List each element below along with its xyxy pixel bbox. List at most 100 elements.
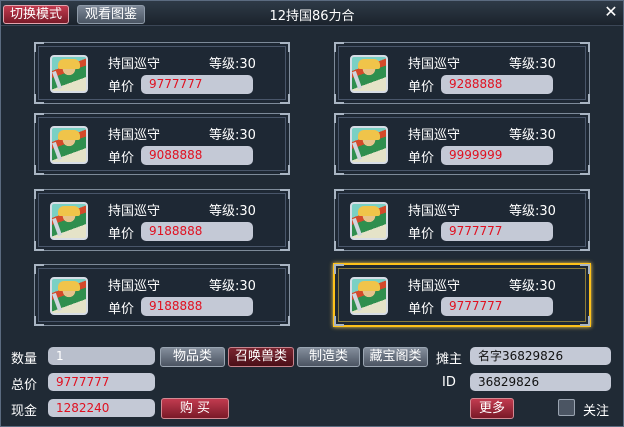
price-value: 9288888: [441, 75, 553, 94]
corner-ornament: [280, 316, 290, 326]
total-price-value: 9777777: [48, 373, 155, 391]
corner-ornament: [580, 94, 590, 104]
pet-card[interactable]: 持国巡守 等级:30 单价 9188888: [34, 189, 290, 251]
price-value: 9777777: [441, 222, 553, 241]
corner-ornament: [280, 113, 290, 123]
pet-level: 等级:30: [209, 128, 256, 143]
id-value: 36829826: [470, 373, 611, 391]
price-value: 9088888: [141, 146, 253, 165]
corner-ornament: [34, 42, 44, 52]
pet-name: 持国巡守: [108, 57, 161, 72]
corner-ornament: [580, 316, 590, 326]
title-bar: 切换模式 观看图鉴 12持国86力合 ✕: [1, 1, 623, 26]
corner-ornament: [334, 113, 344, 123]
stall-title: 12持国86力合: [269, 9, 355, 24]
total-price-label: 总价: [11, 378, 38, 393]
corner-ornament: [34, 113, 44, 123]
price-label: 单价: [108, 227, 135, 242]
pet-portrait-icon: [350, 202, 388, 240]
pet-portrait-icon: [50, 202, 88, 240]
corner-ornament: [580, 189, 590, 199]
corner-ornament: [280, 241, 290, 251]
pet-level: 等级:30: [509, 279, 556, 294]
pet-portrait-icon: [350, 126, 388, 164]
pet-level: 等级:30: [209, 279, 256, 294]
pet-card[interactable]: 持国巡守 等级:30 单价 9777777: [334, 189, 590, 251]
quantity-input[interactable]: 1: [48, 347, 155, 365]
corner-ornament: [334, 264, 344, 274]
pet-name: 持国巡守: [408, 204, 461, 219]
category-summons-button[interactable]: 召唤兽类: [228, 347, 294, 367]
pet-card[interactable]: 持国巡守 等级:30 单价 9088888: [34, 113, 290, 175]
cash-value: 1282240: [48, 399, 155, 417]
pet-portrait-icon: [350, 55, 388, 93]
corner-ornament: [334, 189, 344, 199]
price-label: 单价: [408, 80, 435, 95]
pet-card[interactable]: 持国巡守 等级:30 单价 9777777: [333, 263, 591, 327]
corner-ornament: [280, 264, 290, 274]
pet-card[interactable]: 持国巡守 等级:30 单价 9188888: [34, 264, 290, 326]
pet-card[interactable]: 持国巡守 等级:30 单价 9999999: [334, 113, 590, 175]
pet-portrait-icon: [50, 277, 88, 315]
corner-ornament: [334, 241, 344, 251]
corner-ornament: [580, 264, 590, 274]
corner-ornament: [334, 42, 344, 52]
price-label: 单价: [108, 302, 135, 317]
category-crafting-button[interactable]: 制造类: [297, 347, 360, 367]
price-value: 9999999: [441, 146, 553, 165]
corner-ornament: [280, 94, 290, 104]
pet-portrait-icon: [50, 126, 88, 164]
corner-ornament: [280, 189, 290, 199]
corner-ornament: [34, 264, 44, 274]
price-value: 9188888: [141, 297, 253, 316]
pet-name: 持国巡守: [108, 204, 161, 219]
price-label: 单价: [108, 151, 135, 166]
follow-label: 关注: [583, 404, 610, 419]
buy-button[interactable]: 购 买: [161, 398, 229, 419]
price-label: 单价: [408, 302, 435, 317]
pet-portrait-icon: [350, 277, 388, 315]
close-icon[interactable]: ✕: [603, 3, 619, 21]
pet-card[interactable]: 持国巡守 等级:30 单价 9288888: [334, 42, 590, 104]
follow-checkbox[interactable]: [558, 399, 575, 416]
corner-ornament: [334, 316, 344, 326]
corner-ornament: [34, 165, 44, 175]
pet-name: 持国巡守: [408, 128, 461, 143]
corner-ornament: [34, 316, 44, 326]
pet-portrait-icon: [50, 55, 88, 93]
price-value: 9777777: [141, 75, 253, 94]
corner-ornament: [34, 241, 44, 251]
id-label: ID: [442, 375, 456, 390]
category-treasure-button[interactable]: 藏宝阁类: [363, 347, 428, 367]
price-label: 单价: [408, 151, 435, 166]
pet-grid: 持国巡守 等级:30 单价 9777777 持国巡守 等级:30 单价 9288888 持国巡守…: [1, 26, 623, 331]
pet-level: 等级:30: [209, 204, 256, 219]
corner-ornament: [580, 165, 590, 175]
quantity-label: 数量: [11, 352, 38, 367]
category-items-button[interactable]: 物品类: [160, 347, 225, 367]
corner-ornament: [280, 165, 290, 175]
price-value: 9777777: [441, 297, 553, 316]
pet-level: 等级:30: [509, 128, 556, 143]
corner-ornament: [334, 94, 344, 104]
price-label: 单价: [408, 227, 435, 242]
pet-level: 等级:30: [509, 204, 556, 219]
price-label: 单价: [108, 80, 135, 95]
corner-ornament: [34, 94, 44, 104]
price-value: 9188888: [141, 222, 253, 241]
owner-value: 名字36829826: [470, 347, 611, 365]
pet-card[interactable]: 持国巡守 等级:30 单价 9777777: [34, 42, 290, 104]
corner-ornament: [334, 165, 344, 175]
stall-window: 切换模式 观看图鉴 12持国86力合 ✕ 持国巡守 等级:30 单价 9777777 持…: [0, 0, 624, 427]
corner-ornament: [580, 42, 590, 52]
more-button[interactable]: 更多: [470, 398, 514, 419]
pet-name: 持国巡守: [108, 279, 161, 294]
pet-level: 等级:30: [209, 57, 256, 72]
pet-name: 持国巡守: [108, 128, 161, 143]
corner-ornament: [34, 189, 44, 199]
corner-ornament: [280, 42, 290, 52]
corner-ornament: [580, 113, 590, 123]
pet-name: 持国巡守: [408, 57, 461, 72]
pet-name: 持国巡守: [408, 279, 461, 294]
corner-ornament: [580, 241, 590, 251]
